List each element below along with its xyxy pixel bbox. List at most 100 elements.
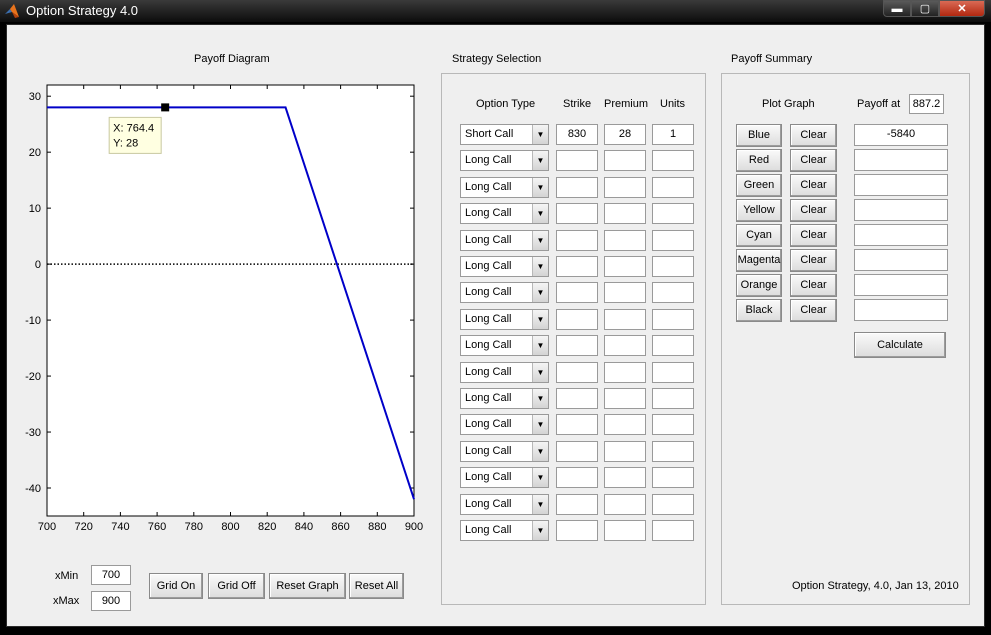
units-field[interactable]	[652, 388, 694, 409]
chevron-down-icon[interactable]: ▼	[532, 415, 548, 434]
chevron-down-icon[interactable]: ▼	[532, 389, 548, 408]
strike-field[interactable]	[556, 230, 598, 251]
strike-field[interactable]	[556, 150, 598, 171]
chevron-down-icon[interactable]: ▼	[532, 283, 548, 302]
units-field[interactable]	[652, 441, 694, 462]
premium-field[interactable]	[604, 203, 646, 224]
premium-field[interactable]: 28	[604, 124, 646, 145]
premium-field[interactable]	[604, 467, 646, 488]
chevron-down-icon[interactable]: ▼	[532, 151, 548, 170]
option-type-select[interactable]: Long Call ▼	[460, 309, 549, 330]
units-field[interactable]	[652, 256, 694, 277]
strike-field[interactable]	[556, 441, 598, 462]
premium-field[interactable]	[604, 494, 646, 515]
chevron-down-icon[interactable]: ▼	[532, 336, 548, 355]
units-field[interactable]	[652, 494, 694, 515]
grid-off-button[interactable]: Grid Off	[208, 573, 265, 599]
plot-color-button-orange[interactable]: Orange	[736, 274, 782, 297]
units-field[interactable]	[652, 414, 694, 435]
chevron-down-icon[interactable]: ▼	[532, 257, 548, 276]
option-type-select[interactable]: Long Call ▼	[460, 494, 549, 515]
reset-graph-button[interactable]: Reset Graph	[269, 573, 346, 599]
units-field[interactable]	[652, 230, 694, 251]
option-type-select[interactable]: Short Call ▼	[460, 124, 549, 145]
clear-button[interactable]: Clear	[790, 199, 837, 222]
clear-button[interactable]: Clear	[790, 299, 837, 322]
strike-field[interactable]	[556, 414, 598, 435]
units-field[interactable]	[652, 150, 694, 171]
strike-field[interactable]	[556, 335, 598, 356]
strike-field[interactable]	[556, 203, 598, 224]
xmin-field[interactable]: 700	[91, 565, 131, 585]
chevron-down-icon[interactable]: ▼	[532, 125, 548, 144]
clear-button[interactable]: Clear	[790, 149, 837, 172]
chevron-down-icon[interactable]: ▼	[532, 178, 548, 197]
units-field[interactable]	[652, 309, 694, 330]
clear-button[interactable]: Clear	[790, 274, 837, 297]
premium-field[interactable]	[604, 414, 646, 435]
close-button[interactable]: ✕	[939, 0, 985, 17]
datatip-marker[interactable]	[161, 103, 170, 112]
units-field[interactable]	[652, 282, 694, 303]
maximize-button[interactable]: ▢	[911, 0, 939, 17]
plot-color-button-green[interactable]: Green	[736, 174, 782, 197]
chevron-down-icon[interactable]: ▼	[532, 231, 548, 250]
title-bar[interactable]: Option Strategy 4.0 ▬ ▢ ✕	[0, 0, 991, 22]
option-type-select[interactable]: Long Call ▼	[460, 203, 549, 224]
units-field[interactable]	[652, 177, 694, 198]
strike-field[interactable]	[556, 177, 598, 198]
units-field[interactable]	[652, 203, 694, 224]
units-field[interactable]: 1	[652, 124, 694, 145]
option-type-select[interactable]: Long Call ▼	[460, 282, 549, 303]
chevron-down-icon[interactable]: ▼	[532, 204, 548, 223]
clear-button[interactable]: Clear	[790, 249, 837, 272]
units-field[interactable]	[652, 520, 694, 541]
option-type-select[interactable]: Long Call ▼	[460, 388, 549, 409]
plot-color-button-magenta[interactable]: Magenta	[736, 249, 782, 272]
payoff-chart[interactable]: 700 720 740 760 780 800 820 840 860 880 900 30 20 10 0…	[7, 75, 427, 545]
option-type-select[interactable]: Long Call ▼	[460, 335, 549, 356]
premium-field[interactable]	[604, 335, 646, 356]
option-type-select[interactable]: Long Call ▼	[460, 414, 549, 435]
payoff-at-field[interactable]: 887.2	[909, 94, 944, 114]
chevron-down-icon[interactable]: ▼	[532, 442, 548, 461]
chevron-down-icon[interactable]: ▼	[532, 495, 548, 514]
units-field[interactable]	[652, 335, 694, 356]
premium-field[interactable]	[604, 362, 646, 383]
clear-button[interactable]: Clear	[790, 124, 837, 147]
clear-button[interactable]: Clear	[790, 174, 837, 197]
option-type-select[interactable]: Long Call ▼	[460, 177, 549, 198]
strike-field[interactable]	[556, 388, 598, 409]
clear-button[interactable]: Clear	[790, 224, 837, 247]
strike-field[interactable]	[556, 309, 598, 330]
premium-field[interactable]	[604, 282, 646, 303]
strike-field[interactable]	[556, 362, 598, 383]
plot-color-button-black[interactable]: Black	[736, 299, 782, 322]
reset-all-button[interactable]: Reset All	[349, 573, 404, 599]
premium-field[interactable]	[604, 177, 646, 198]
strike-field[interactable]	[556, 520, 598, 541]
plot-color-button-red[interactable]: Red	[736, 149, 782, 172]
minimize-button[interactable]: ▬	[883, 0, 911, 17]
units-field[interactable]	[652, 467, 694, 488]
strike-field[interactable]	[556, 467, 598, 488]
premium-field[interactable]	[604, 256, 646, 277]
premium-field[interactable]	[604, 309, 646, 330]
chevron-down-icon[interactable]: ▼	[532, 363, 548, 382]
premium-field[interactable]	[604, 520, 646, 541]
xmax-field[interactable]: 900	[91, 591, 131, 611]
strike-field[interactable]	[556, 282, 598, 303]
premium-field[interactable]	[604, 150, 646, 171]
option-type-select[interactable]: Long Call ▼	[460, 520, 549, 541]
units-field[interactable]	[652, 362, 694, 383]
chevron-down-icon[interactable]: ▼	[532, 310, 548, 329]
plot-color-button-blue[interactable]: Blue	[736, 124, 782, 147]
strike-field[interactable]	[556, 256, 598, 277]
calculate-button[interactable]: Calculate	[854, 332, 946, 358]
premium-field[interactable]	[604, 388, 646, 409]
premium-field[interactable]	[604, 441, 646, 462]
option-type-select[interactable]: Long Call ▼	[460, 150, 549, 171]
grid-on-button[interactable]: Grid On	[149, 573, 203, 599]
option-type-select[interactable]: Long Call ▼	[460, 256, 549, 277]
option-type-select[interactable]: Long Call ▼	[460, 467, 549, 488]
